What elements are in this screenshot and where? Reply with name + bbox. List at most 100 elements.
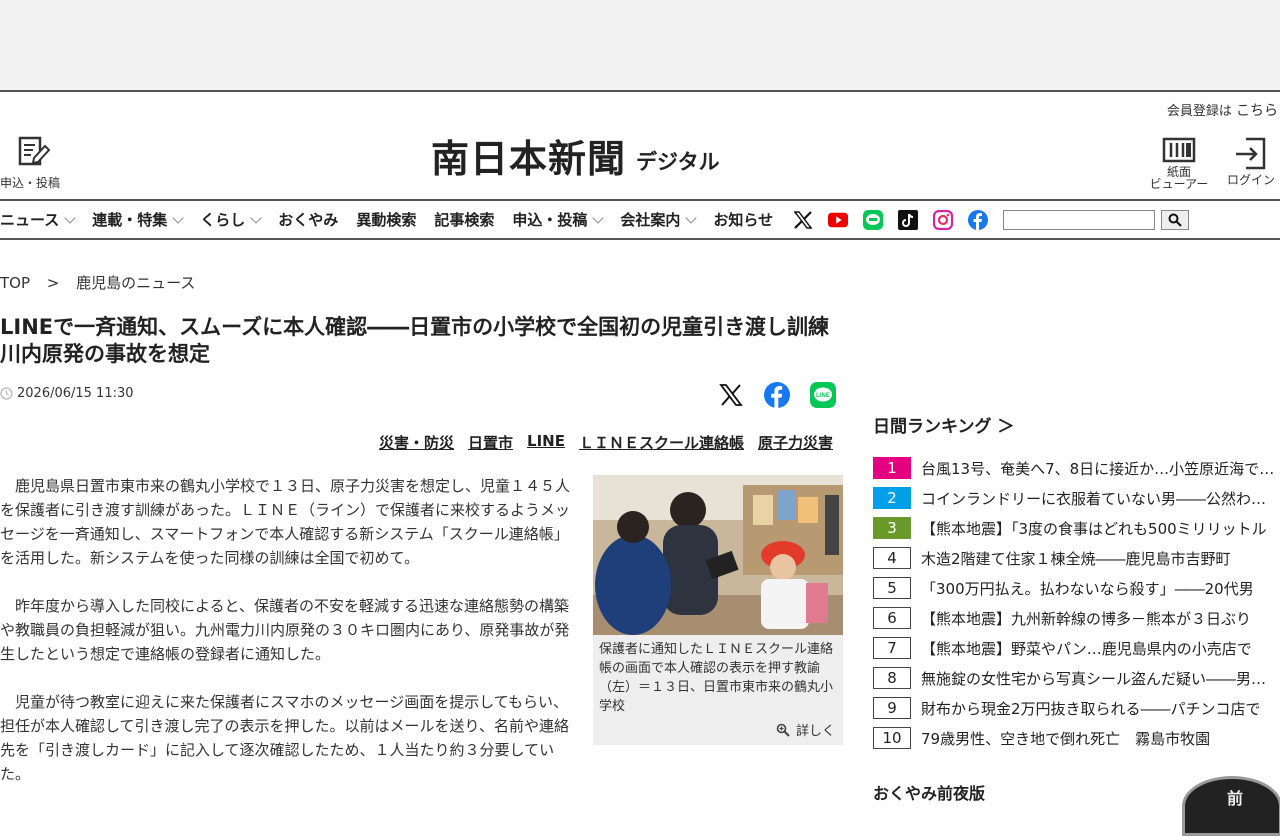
share-x-icon[interactable] — [718, 382, 744, 412]
apply-post-button[interactable]: 申込・投稿 — [0, 134, 80, 191]
ranking-item[interactable]: 9 財布から現金2万円抜き取られる――パチンコ店で — [873, 693, 1280, 723]
chevron-down-icon — [64, 211, 76, 224]
nav-item-obituary[interactable]: おくやみ — [278, 209, 338, 230]
tag-link[interactable]: 災害・防災 — [379, 432, 454, 453]
rank-headline: 無施錠の女性宅から写真シール盗んだ疑い――男逮捕 — [921, 669, 1279, 688]
ranking-item[interactable]: 7 【熊本地震】野菜やパン…鹿児島県内の小売店で — [873, 633, 1280, 663]
main-nav: ニュース 連載・特集 くらし おくやみ 異動検索 記事検索 申込・投稿 会社案内… — [0, 199, 1280, 240]
article-paragraph: 児童が待つ教室に迎えに来た保護者にスマホのメッセージ画面を提示してもらい、担任が… — [0, 693, 569, 783]
tiktok-icon[interactable] — [898, 209, 919, 230]
nav-item-life[interactable]: くらし — [200, 209, 262, 230]
rank-headline: 木造2階建て住家１棟全焼――鹿児島市吉野町 — [921, 549, 1231, 568]
rank-headline: 79歳男性、空き地で倒れ死亡 霧島市牧園 — [921, 729, 1211, 748]
photo-caption: 保護者に通知したＬＩＮＥスクール連絡帳の画面で本人確認の表示を押す教諭（左）＝１… — [599, 642, 834, 714]
breadcrumb: TOP > 鹿児島のニュース — [0, 272, 195, 293]
rank-number: 9 — [873, 697, 911, 719]
share-buttons: LINE — [718, 382, 836, 412]
chevron-down-icon — [685, 211, 698, 224]
nav-item-label: おくやみ — [278, 211, 339, 229]
obituary-badge[interactable]: 前 — [1182, 776, 1280, 836]
paper-viewer-button[interactable]: 紙面 ビューアー — [1143, 136, 1215, 190]
pencil-note-icon — [18, 136, 51, 166]
rank-headline: 台風13号、奄美へ7、8日に接近か…小笠原近海で発生 — [921, 459, 1279, 478]
instagram-icon[interactable] — [933, 209, 954, 230]
nav-item-label: ニュース — [0, 211, 60, 229]
ranking-item[interactable]: 10 79歳男性、空き地で倒れ死亡 霧島市牧園 — [873, 723, 1280, 753]
x-icon[interactable] — [793, 210, 813, 230]
logo-main: 南日本新聞 — [431, 136, 627, 181]
tag-link[interactable]: ＬＩＮＥスクール連絡帳 — [579, 432, 744, 453]
ranking-item[interactable]: 4 木造2階建て住家１棟全焼――鹿児島市吉野町 — [873, 543, 1280, 573]
nav-item-personnel-search[interactable]: 異動検索 — [356, 209, 416, 230]
ranking-list: 1 台風13号、奄美へ7、8日に接近か…小笠原近海で発生 2 コインランドリーに衣服… — [873, 453, 1280, 753]
article-photo[interactable] — [593, 475, 843, 635]
ranking-item[interactable]: 3 【熊本地震】「3度の食事はどれも500ミリリットル — [873, 513, 1280, 543]
rank-headline: 【熊本地震】野菜やパン…鹿児島県内の小売店で — [921, 639, 1252, 658]
rank-headline: 財布から現金2万円抜き取られる――パチンコ店で — [921, 699, 1261, 718]
search-input[interactable] — [1003, 209, 1156, 230]
nav-item-label: 申込・投稿 — [512, 211, 588, 229]
rank-number: 4 — [873, 547, 911, 569]
login-button[interactable]: ログイン — [1222, 136, 1280, 186]
nav-item-news[interactable]: ニュース — [0, 209, 76, 230]
rank-headline: 「300万円払え。払わないなら殺す」――20代男 — [921, 579, 1254, 598]
viewer-label-2: ビューアー — [1149, 177, 1209, 191]
breadcrumb-separator: > — [46, 274, 60, 292]
tag-link[interactable]: LINE — [527, 432, 565, 453]
search-icon — [1168, 213, 1182, 227]
nav-item-series[interactable]: 連載・特集 — [92, 209, 184, 230]
ranking-item[interactable]: 2 コインランドリーに衣服着ていない男――公然わいせつ — [873, 483, 1280, 513]
facebook-icon[interactable] — [968, 209, 989, 230]
login-label: ログイン — [1226, 173, 1275, 187]
youtube-icon[interactable] — [828, 210, 849, 230]
chevron-down-icon — [592, 211, 605, 224]
nav-item-article-search[interactable]: 記事検索 — [434, 209, 494, 230]
apply-post-label: 申込・投稿 — [0, 176, 61, 190]
share-line-icon[interactable]: LINE — [810, 382, 836, 412]
line-icon[interactable] — [863, 209, 884, 230]
article-paragraph: 昨年度から導入した同校によると、保護者の不安を軽減する迅速な連絡態勢の構築や教職… — [0, 597, 570, 663]
ranking-title[interactable]: 日間ランキング ＞ — [873, 412, 1014, 437]
obituary-section-title: おくやみ前夜版 — [873, 784, 986, 803]
nav-item-label: くらし — [200, 211, 246, 229]
rank-number: 7 — [873, 637, 911, 659]
social-links — [793, 209, 989, 230]
nav-item-label: 異動検索 — [356, 211, 417, 229]
member-text: 会員登録は — [1166, 104, 1232, 119]
nav-item-label: 記事検索 — [434, 211, 495, 229]
rank-number: 2 — [873, 487, 911, 509]
newspaper-icon — [1162, 137, 1196, 163]
site-logo[interactable]: 南日本新聞 デジタル — [431, 136, 720, 182]
rank-number: 10 — [873, 727, 911, 749]
rank-number: 8 — [873, 667, 911, 689]
breadcrumb-top[interactable]: TOP — [0, 274, 30, 292]
ranking-item[interactable]: 8 無施錠の女性宅から写真シール盗んだ疑い――男逮捕 — [873, 663, 1280, 693]
nav-item-label: 連載・特集 — [92, 211, 168, 229]
rank-number: 3 — [873, 517, 911, 539]
article-date-text: 2026/06/15 11:30 — [17, 386, 134, 401]
nav-item-notices[interactable]: お知らせ — [713, 209, 773, 230]
svg-text:LINE: LINE — [816, 393, 830, 399]
tag-link[interactable]: 日置市 — [468, 432, 513, 453]
ad-space — [0, 0, 1280, 92]
clock-icon — [0, 387, 13, 400]
nav-item-company[interactable]: 会社案内 — [620, 209, 698, 230]
member-link[interactable]: こちら — [1236, 103, 1278, 119]
login-icon — [1236, 137, 1266, 170]
nav-item-label: お知らせ — [713, 211, 774, 229]
article-tags: 災害・防災 日置市 LINE ＬＩＮＥスクール連絡帳 原子力災害 — [379, 432, 833, 453]
ranking-item[interactable]: 6 【熊本地震】九州新幹線の博多－熊本が３日ぶり — [873, 603, 1280, 633]
share-facebook-icon[interactable] — [764, 382, 790, 412]
rank-number: 5 — [873, 577, 911, 599]
breadcrumb-current[interactable]: 鹿児島のニュース — [76, 274, 195, 292]
article-paragraph: 鹿児島県日置市東市来の鶴丸小学校で１３日、原子力災害を想定し、児童１４５人を保護… — [0, 477, 571, 567]
photo-more-button[interactable]: 詳しく — [776, 720, 835, 739]
obituary-badge-char: 前 — [1227, 789, 1244, 808]
zoom-icon — [776, 723, 790, 737]
tag-link[interactable]: 原子力災害 — [758, 432, 833, 453]
rank-number: 1 — [873, 457, 911, 479]
search-button[interactable] — [1161, 209, 1190, 230]
nav-item-apply[interactable]: 申込・投稿 — [512, 209, 605, 230]
ranking-item[interactable]: 5 「300万円払え。払わないなら殺す」――20代男 — [873, 573, 1280, 603]
ranking-item[interactable]: 1 台風13号、奄美へ7、8日に接近か…小笠原近海で発生 — [873, 453, 1280, 483]
